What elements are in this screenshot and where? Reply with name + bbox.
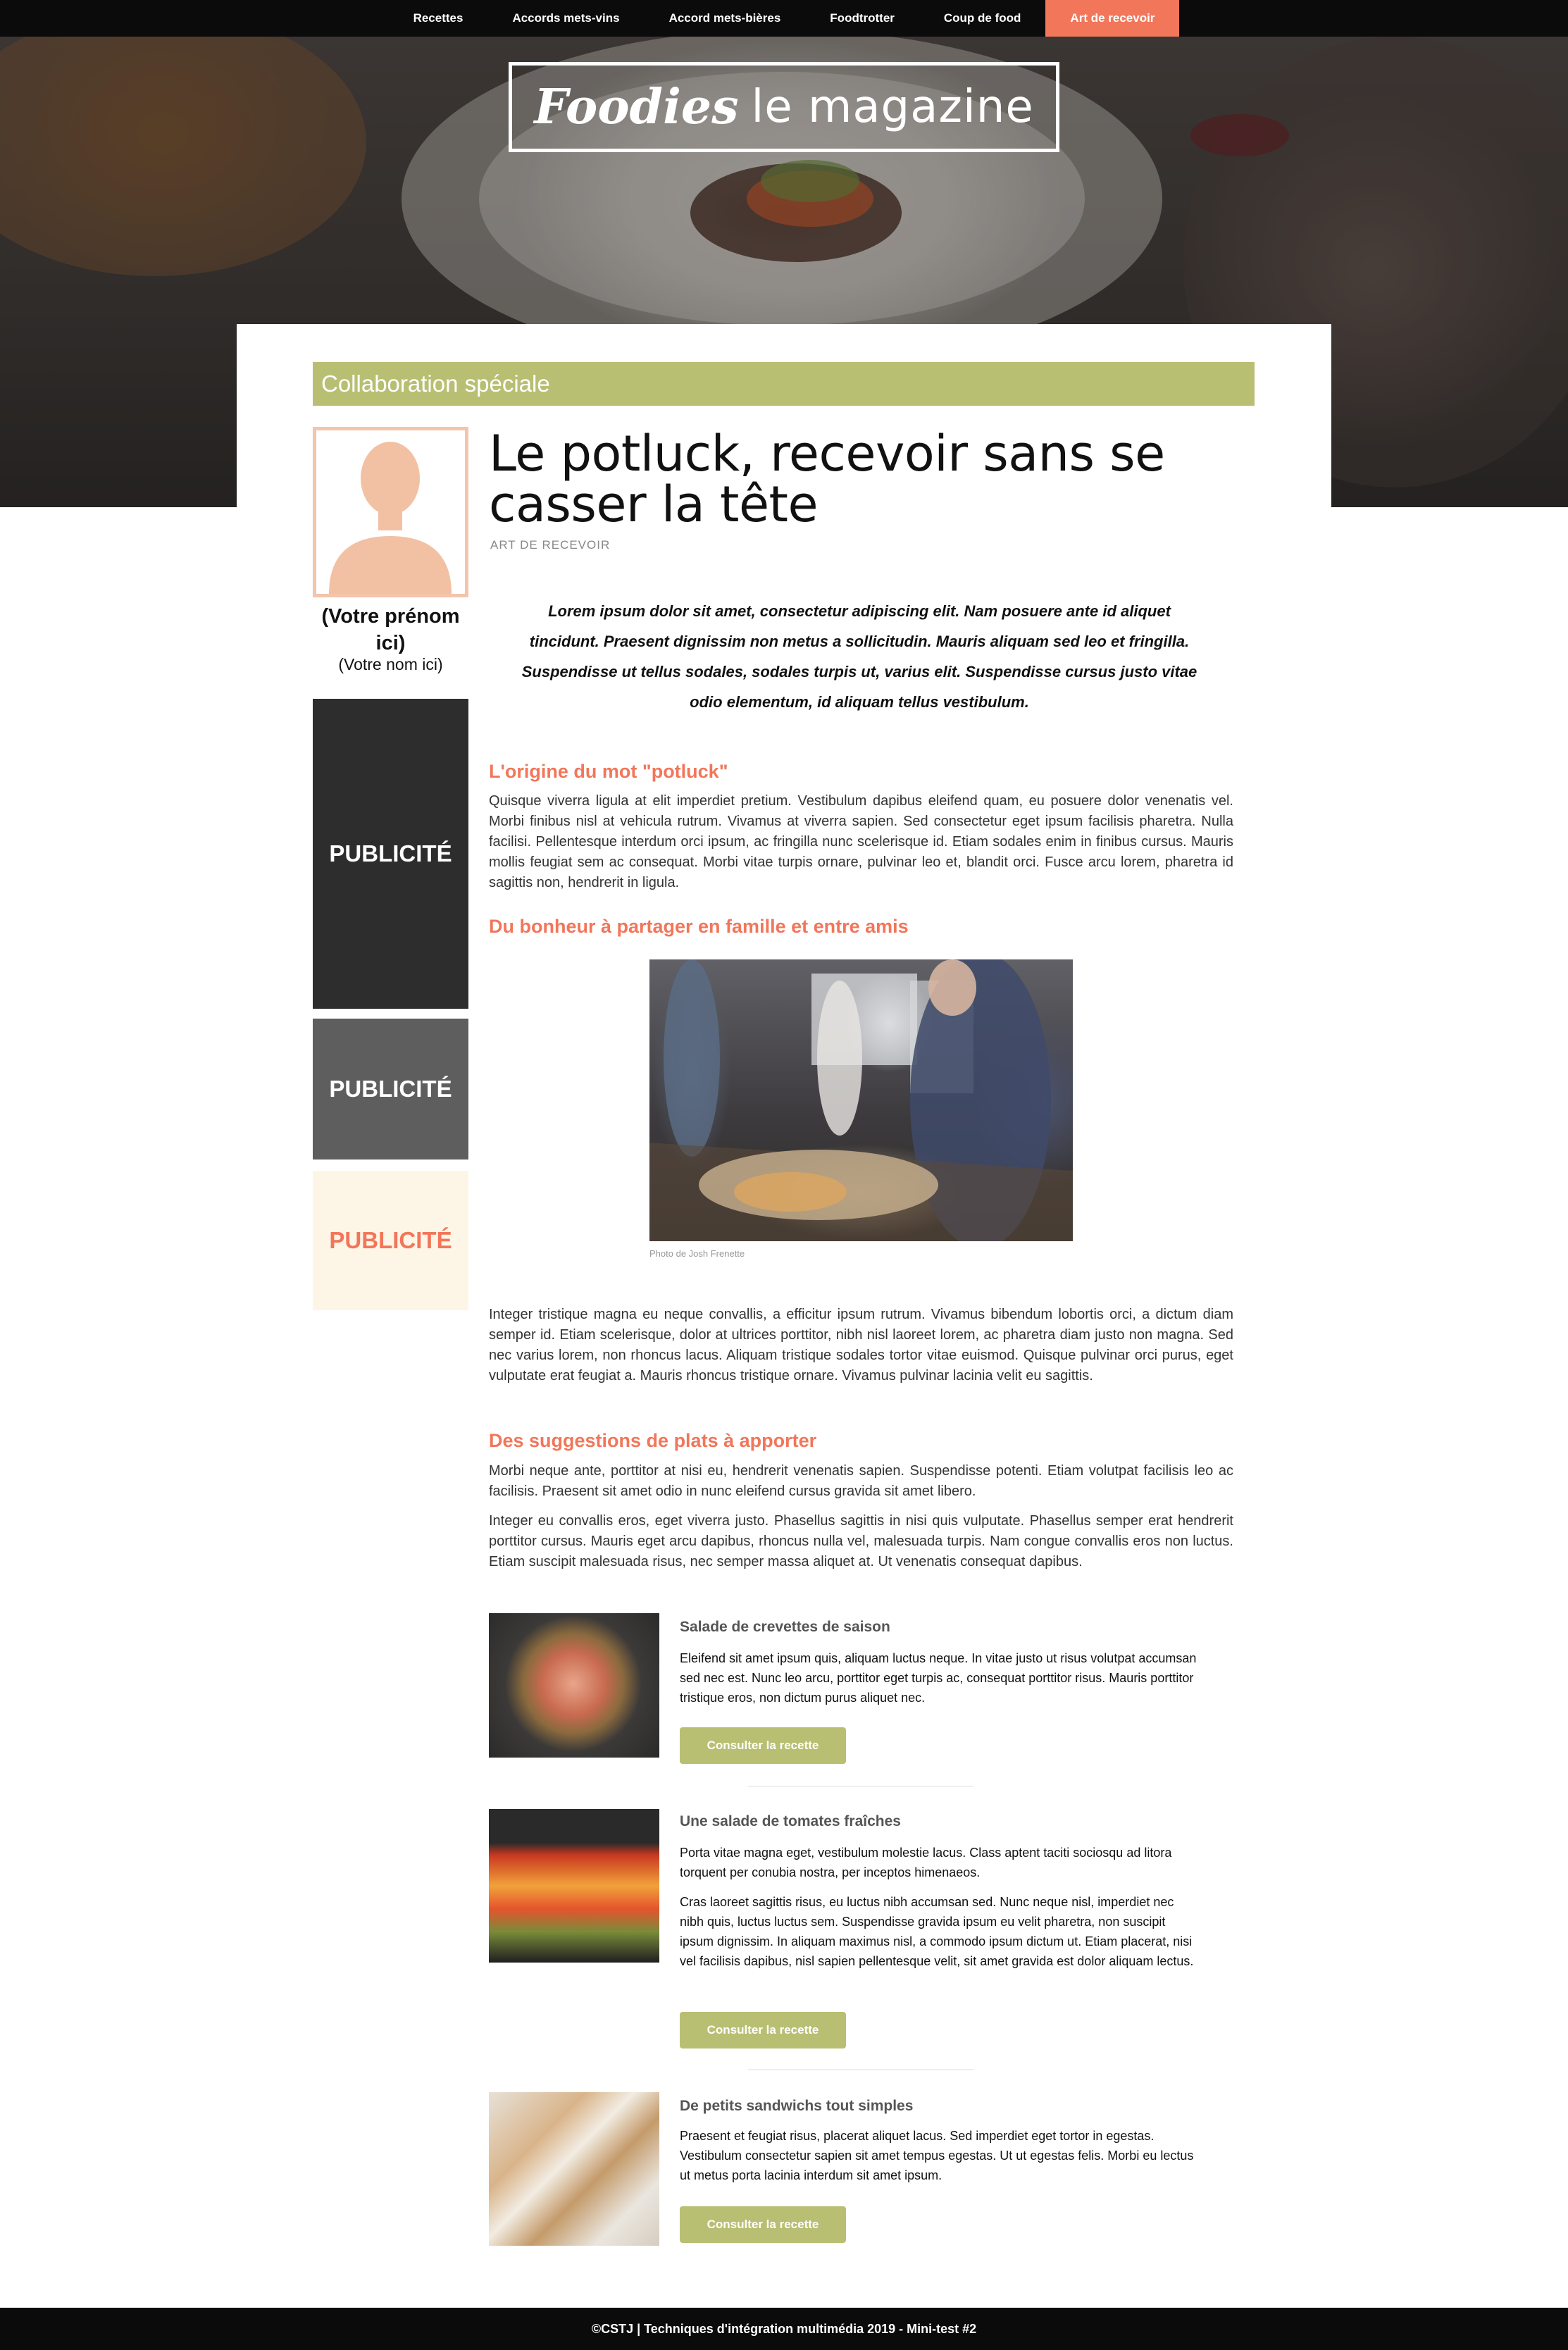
article-lead: Lorem ipsum dolor sit amet, consectetur …: [521, 602, 1197, 711]
site-logo[interactable]: Foodies le magazine: [509, 62, 1059, 152]
recipe-description: Eleifend sit amet ipsum quis, aliquam lu…: [680, 1651, 1197, 1705]
consult-recipe-button[interactable]: Consulter la recette: [680, 1727, 846, 1764]
user-silhouette-icon: [316, 430, 465, 594]
section-paragraph: Integer eu convallis eros, eget viverra …: [489, 1513, 1233, 1569]
ad-slot-1[interactable]: PUBLICITÉ: [313, 699, 468, 1009]
potluck-buffet-photo: [649, 959, 1073, 1241]
site-footer: ©CSTJ | Techniques d'intégration multimé…: [0, 2308, 1568, 2350]
nav-item-art-de-recevoir[interactable]: Art de recevoir: [1045, 0, 1180, 37]
nav-item-accord-mets-bieres[interactable]: Accord mets-bières: [645, 0, 806, 37]
article-title: Le potluck, recevoir sans se casser la t…: [489, 425, 1165, 533]
recipe-description: Praesent et feugiat risus, placerat aliq…: [680, 2129, 1194, 2182]
top-nav: Recettes Accords mets-vins Accord mets-b…: [0, 0, 1568, 37]
logo-foodies-text: Foodies: [534, 79, 739, 135]
ad-slot-2[interactable]: PUBLICITÉ: [313, 1019, 468, 1160]
nav-item-coup-de-food[interactable]: Coup de food: [919, 0, 1046, 37]
section-paragraph: Integer tristique magna eu neque convall…: [489, 1307, 1233, 1384]
logo-magazine-text: le magazine: [751, 81, 1034, 133]
consult-recipe-button[interactable]: Consulter la recette: [680, 2206, 846, 2243]
recipe-thumbnail-tomato-salad[interactable]: [489, 1809, 659, 1963]
section-heading-share: Du bonheur à partager en famille et entr…: [489, 916, 909, 937]
recipe-thumbnail-shrimp-salad[interactable]: [489, 1613, 659, 1758]
author-first-name: (Votre prénom ici): [321, 605, 460, 654]
recipe-divider: [748, 2069, 973, 2070]
author-last-name: (Votre nom ici): [338, 655, 443, 673]
consult-recipe-button[interactable]: Consulter la recette: [680, 2012, 846, 2049]
section-heading-suggestions: Des suggestions de plats à apporter: [489, 1430, 817, 1451]
recipe-divider: [748, 1786, 973, 1787]
author-avatar: [313, 427, 468, 597]
nav-item-recettes[interactable]: Recettes: [389, 0, 488, 37]
article-photo: [649, 959, 1073, 1241]
ad-slot-3[interactable]: PUBLICITÉ: [313, 1171, 468, 1310]
recipe-title: De petits sandwichs tout simples: [680, 2098, 914, 2114]
recipe-description-more: Cras laoreet sagittis risus, eu luctus n…: [680, 1895, 1194, 1968]
recipe-thumbnail-sandwiches[interactable]: [489, 2092, 659, 2246]
photo-credit: Photo de Josh Frenette: [649, 1248, 745, 1259]
section-heading-origin: L'origine du mot "potluck": [489, 761, 728, 782]
recipe-description: Porta vitae magna eget, vestibulum moles…: [680, 1846, 1172, 1879]
nav-item-accords-mets-vins[interactable]: Accords mets-vins: [487, 0, 644, 37]
article-category[interactable]: ART DE RECEVOIR: [490, 538, 610, 552]
section-paragraph: Quisque viverra ligula at elit imperdiet…: [489, 793, 1233, 890]
nav-item-foodtrotter[interactable]: Foodtrotter: [805, 0, 919, 37]
collaboration-banner: Collaboration spéciale: [313, 362, 1255, 406]
recipe-title: Salade de crevettes de saison: [680, 1619, 890, 1635]
section-paragraph: Morbi neque ante, porttitor at nisi eu, …: [489, 1463, 1233, 1499]
recipe-title: Une salade de tomates fraîches: [680, 1813, 901, 1829]
